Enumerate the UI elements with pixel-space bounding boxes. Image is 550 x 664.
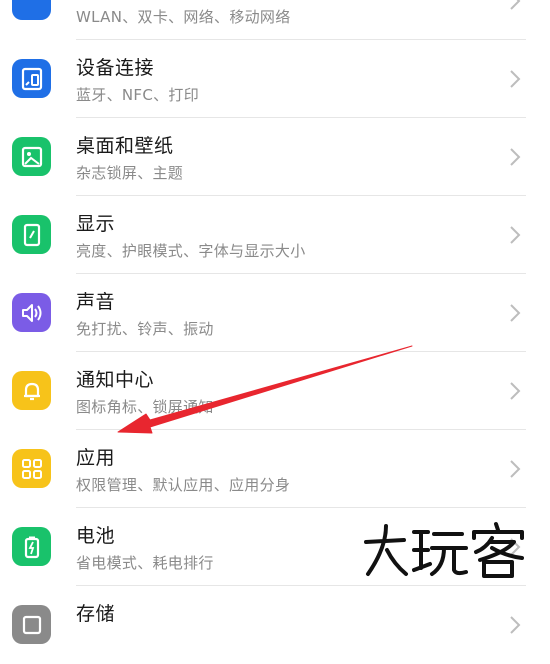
settings-row-apps[interactable]: 应用 权限管理、默认应用、应用分身 [0, 430, 550, 508]
settings-row-subtitle: 省电模式、耗电排行 [76, 554, 214, 572]
watermark-logo [364, 522, 524, 578]
settings-row-title: 存储 [76, 603, 116, 625]
settings-row-title: 应用 [76, 447, 116, 469]
sound-icon [12, 293, 51, 332]
chevron-right-icon [510, 148, 521, 166]
settings-row-subtitle: 蓝牙、NFC、打印 [76, 86, 200, 104]
settings-row-subtitle: 亮度、护眼模式、字体与显示大小 [76, 242, 306, 260]
settings-row-title: 设备连接 [76, 57, 155, 79]
chevron-right-icon [510, 304, 521, 322]
settings-row-title: 通知中心 [76, 369, 155, 391]
settings-row-subtitle: WLAN、双卡、网络、移动网络 [76, 8, 291, 26]
chevron-right-icon [510, 616, 521, 634]
settings-row-subtitle: 图标角标、锁屏通知 [76, 398, 214, 416]
settings-row-subtitle: 权限管理、默认应用、应用分身 [76, 476, 291, 494]
settings-row-device-connection[interactable]: 设备连接 蓝牙、NFC、打印 [0, 40, 550, 118]
settings-row-title: 电池 [76, 525, 116, 547]
settings-row-title: 桌面和壁纸 [76, 135, 174, 157]
display-icon [12, 215, 51, 254]
chevron-right-icon [510, 0, 521, 10]
settings-row-subtitle: 杂志锁屏、主题 [76, 164, 184, 182]
bell-icon [12, 371, 51, 410]
settings-row-title: 显示 [76, 213, 116, 235]
apps-grid-icon [12, 449, 51, 488]
settings-row-sound[interactable]: 声音 免打扰、铃声、振动 [0, 274, 550, 352]
settings-row-title: 声音 [76, 291, 116, 313]
storage-icon [12, 605, 51, 644]
chevron-right-icon [510, 382, 521, 400]
settings-row-notification-center[interactable]: 通知中心 图标角标、锁屏通知 [0, 352, 550, 430]
wallpaper-icon [12, 137, 51, 176]
settings-row-storage[interactable]: 存储 [0, 586, 550, 664]
chevron-right-icon [510, 226, 521, 244]
chevron-right-icon [510, 460, 521, 478]
battery-icon [12, 527, 51, 566]
settings-row-wallpaper[interactable]: 桌面和壁纸 杂志锁屏、主题 [0, 118, 550, 196]
settings-row-subtitle: 免打扰、铃声、振动 [76, 320, 214, 338]
settings-row-network[interactable]: WLAN、双卡、网络、移动网络 [0, 0, 550, 40]
device-connection-icon [12, 59, 51, 98]
chevron-right-icon [510, 70, 521, 88]
network-icon [12, 0, 51, 20]
settings-row-display[interactable]: 显示 亮度、护眼模式、字体与显示大小 [0, 196, 550, 274]
